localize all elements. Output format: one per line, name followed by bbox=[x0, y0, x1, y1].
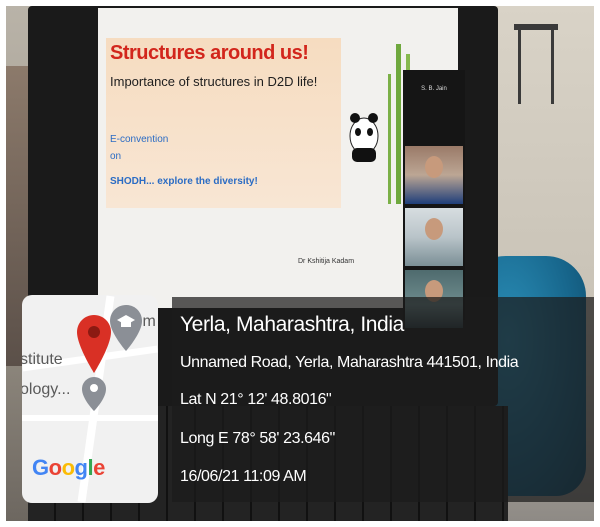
presenter-name: Dr Kshitija Kadam bbox=[298, 258, 355, 265]
latitude-readout: Lat N 21° 12' 48.8016" bbox=[180, 391, 332, 408]
participant-name: S. B. Jain bbox=[421, 86, 447, 92]
slide-line-shodh: SHODH... explore the diversity! bbox=[110, 176, 258, 187]
location-pin-icon bbox=[77, 315, 111, 373]
education-pin-icon bbox=[110, 305, 142, 351]
participant-video-tile bbox=[405, 208, 463, 266]
map-road bbox=[22, 415, 158, 421]
slide-line-on: on bbox=[110, 151, 122, 162]
location-address: Unnamed Road, Yerla, Maharashtra 441501,… bbox=[180, 354, 519, 371]
slide-title: Structures around us! bbox=[110, 42, 309, 64]
datetime-readout: 16/06/21 11:09 AM bbox=[180, 468, 307, 485]
video-call-sidebar: S. B. Jain bbox=[403, 70, 465, 328]
longitude-readout: Long E 78° 58' 23.646" bbox=[180, 430, 335, 447]
slide-line-econvention: E-convention bbox=[110, 134, 169, 145]
map-marker-icon bbox=[82, 377, 106, 411]
map-thumbnail: stitute ology... Im Google bbox=[22, 295, 158, 503]
map-label: ology... bbox=[22, 381, 71, 398]
slide-banner: Structures around us! Importance of stru… bbox=[106, 38, 341, 208]
google-logo: Google bbox=[32, 455, 105, 480]
slide-subtitle: Importance of structures in D2D life! bbox=[110, 74, 318, 89]
participant-video-tile bbox=[405, 146, 463, 204]
map-label: stitute bbox=[22, 351, 63, 368]
location-place: Yerla, Maharashtra, India bbox=[180, 313, 404, 336]
geotag-overlay: Yerla, Maharashtra, India Unnamed Road, … bbox=[172, 297, 594, 502]
background-stool bbox=[514, 24, 558, 110]
